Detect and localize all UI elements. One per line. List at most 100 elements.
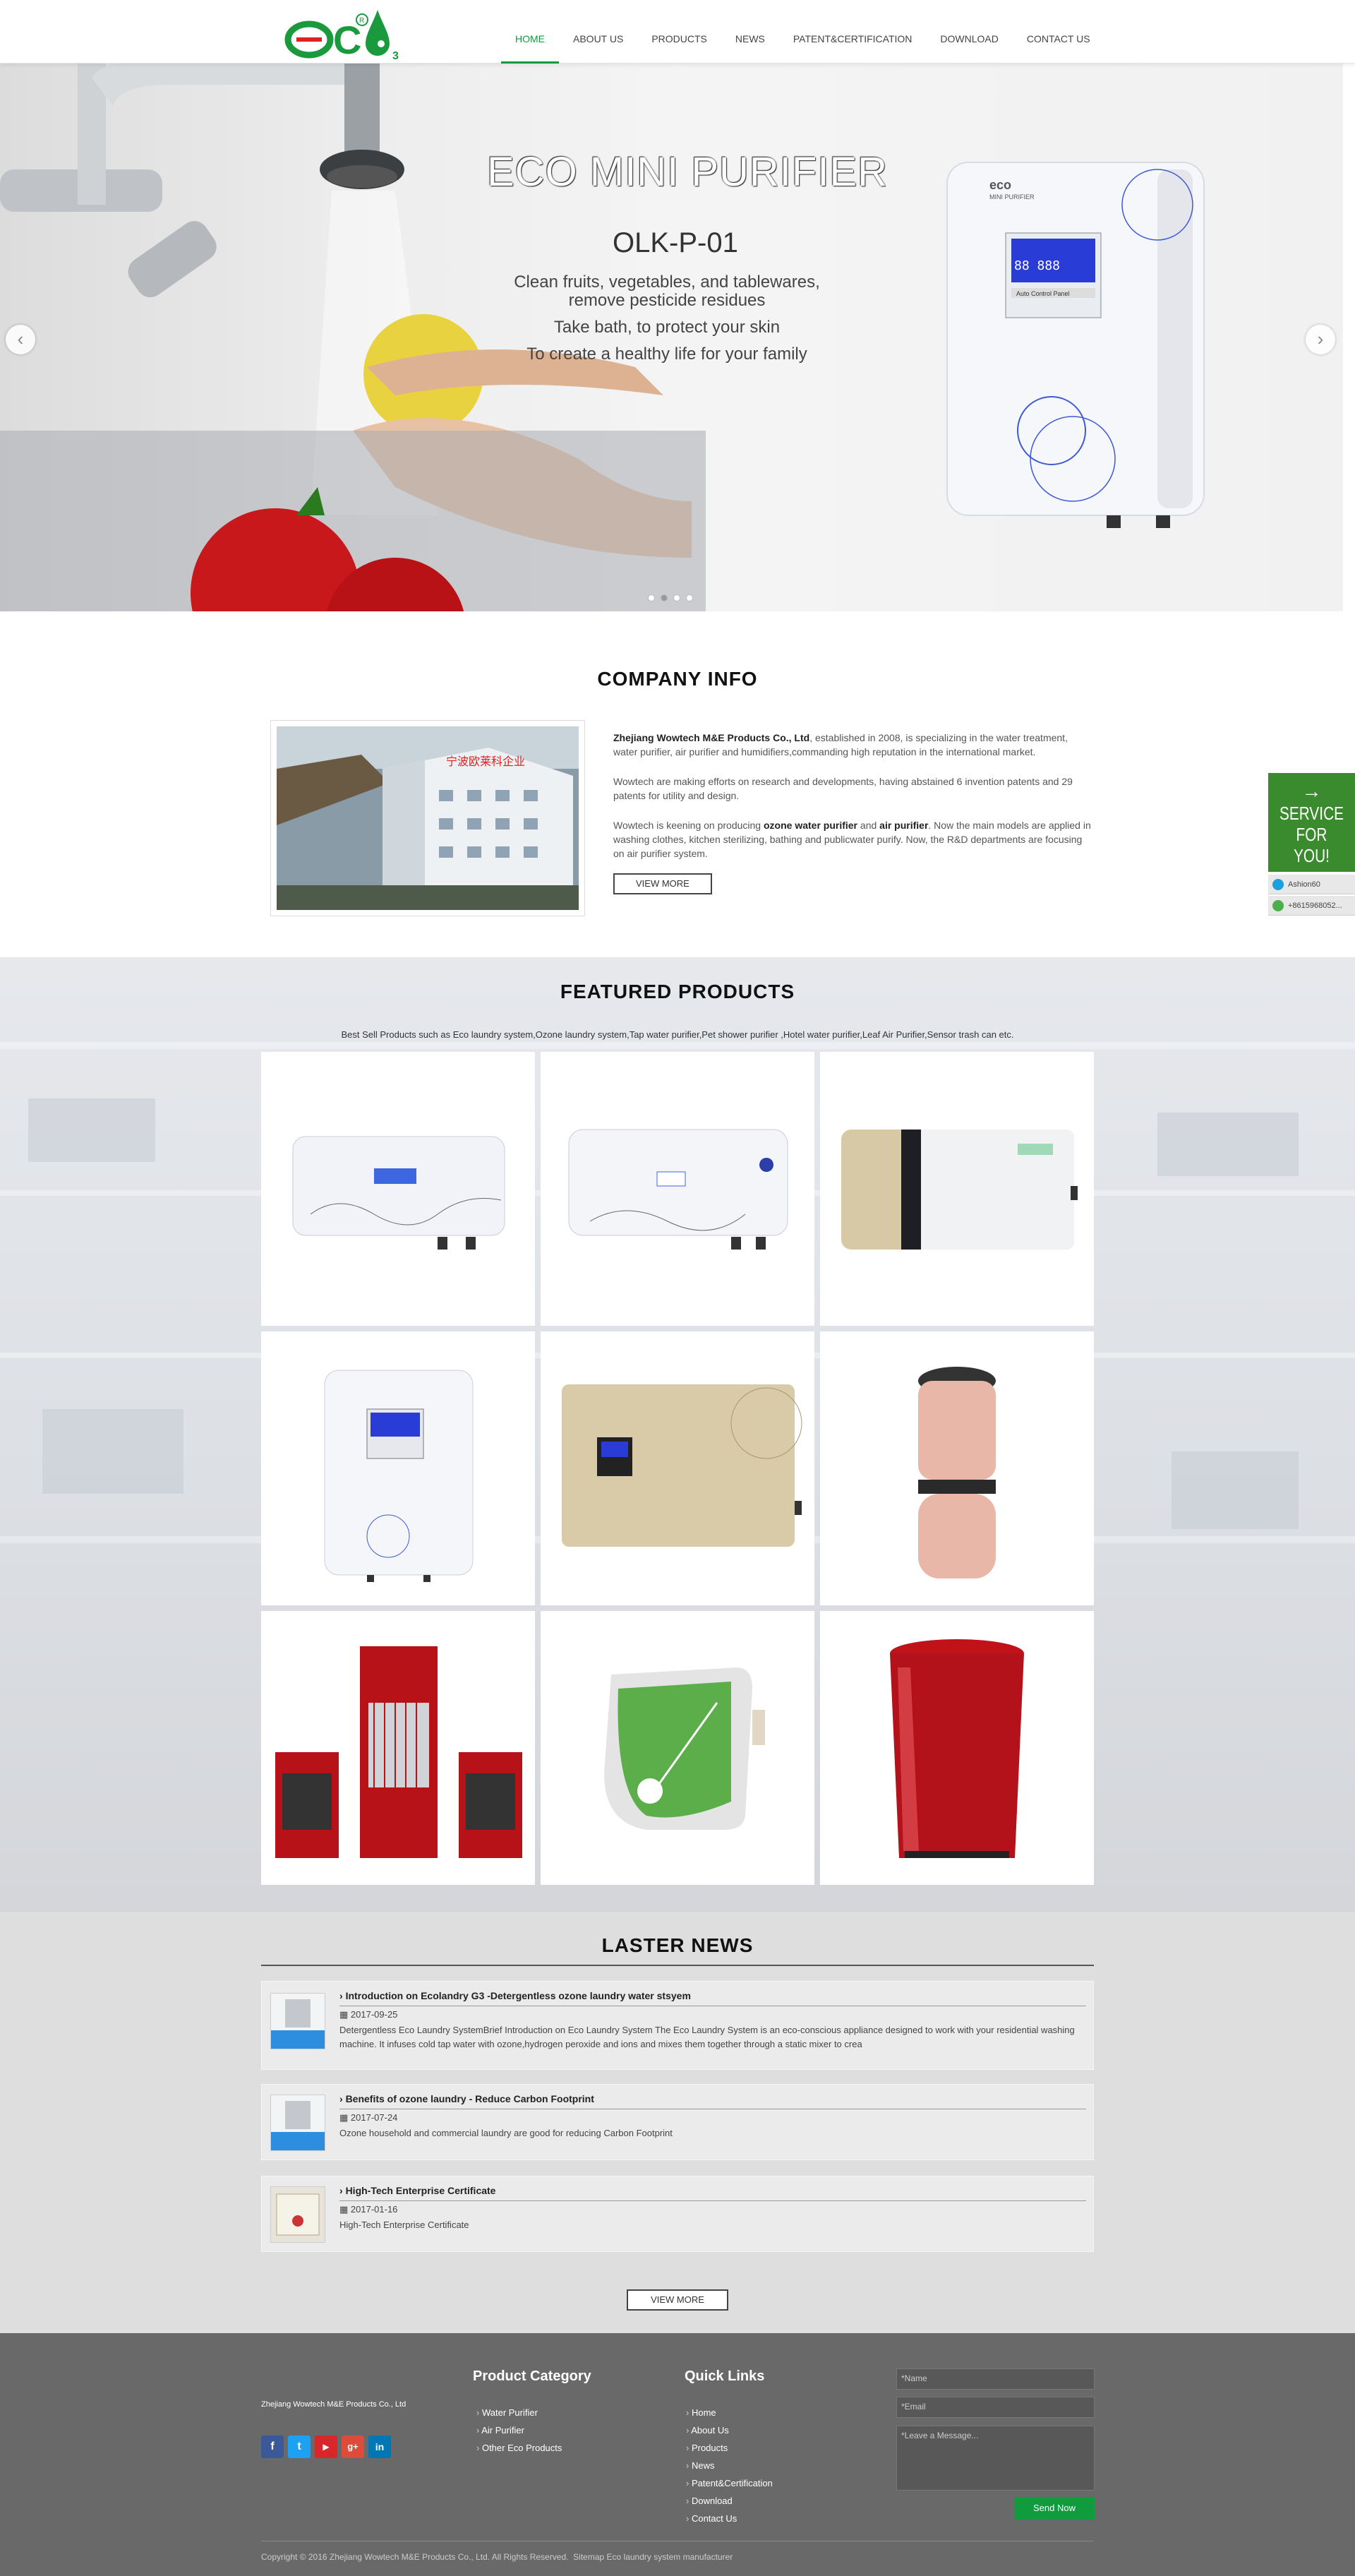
news-description: High-Tech Enterprise Certificate xyxy=(339,2219,469,2230)
footer-link-download[interactable]: Download xyxy=(686,2492,773,2510)
svg-text:3: 3 xyxy=(392,50,399,62)
quick-links-title: Quick Links xyxy=(685,2368,765,2384)
company-info-title: COMPANY INFO xyxy=(597,668,758,690)
footer-link-contact-us[interactable]: Contact Us xyxy=(686,2510,773,2527)
news-title[interactable]: › Benefits of ozone laundry - Reduce Car… xyxy=(339,2093,1086,2109)
arrow-right-icon: → xyxy=(1301,780,1322,802)
footer-link-news[interactable]: News xyxy=(686,2457,773,2474)
news-view-more-button[interactable]: VIEW MORE xyxy=(627,2289,728,2311)
banner-artwork: 88 888 Auto Control Panel eco MINI PURIF… xyxy=(0,64,1205,611)
product-category-title: Product Category xyxy=(473,2368,591,2384)
news-title-text[interactable]: Introduction on Ecolandry G3 -Detergentl… xyxy=(346,1990,691,2001)
company-building-image[interactable]: 宁波欧莱科企业 xyxy=(270,720,585,916)
quick-links-list: Home About Us Products News Patent&Certi… xyxy=(686,2404,773,2527)
slide-dot[interactable] xyxy=(673,594,680,601)
svg-text:C: C xyxy=(333,18,361,62)
footer-bottom-links[interactable]: Sitemap Eco laundry system manufacturer xyxy=(573,2552,733,2562)
twitter-icon[interactable]: t xyxy=(288,2436,311,2458)
site-header: C R 3 HOME ABOUT US PRODUCTS NEWS PATENT… xyxy=(0,0,1355,64)
news-date-text: 2017-09-25 xyxy=(350,2009,398,2020)
calendar-icon: ▦ xyxy=(339,2112,351,2123)
news-thumbnail[interactable] xyxy=(270,1993,325,2049)
news-date: ▦ 2017-07-24 xyxy=(339,2109,1086,2126)
service-line-1: SERVICE xyxy=(1279,803,1344,824)
product-card-air-purifier-pink[interactable] xyxy=(820,1331,1094,1605)
svg-text:88 888: 88 888 xyxy=(1014,258,1060,273)
nav-about-us[interactable]: ABOUT US xyxy=(559,0,637,64)
copyright: Copyright © 2016 Zhejiang Wowtech M&E Pr… xyxy=(261,2552,733,2562)
product-card-red-system[interactable] xyxy=(261,1611,535,1885)
company-description: Zhejiang Wowtech M&E Products Co., Ltd, … xyxy=(613,731,1093,894)
service-whatsapp[interactable]: +8615968052... xyxy=(1268,896,1355,916)
main-nav: HOME ABOUT US PRODUCTS NEWS PATENT&CERTI… xyxy=(501,0,1104,64)
service-skype[interactable]: Ashion60 xyxy=(1268,875,1355,894)
eco-logo[interactable]: C R 3 xyxy=(282,3,438,62)
banner-line-1: Clean fruits, vegetables, and tablewares… xyxy=(514,272,820,292)
news-description: Detergentless Eco Laundry SystemBrief In… xyxy=(339,2025,1075,2049)
footer-link-home[interactable]: Home xyxy=(686,2404,773,2421)
slide-dot[interactable] xyxy=(686,594,693,601)
product-card-mini-purifier[interactable] xyxy=(261,1331,535,1605)
product-card-laundry-system-1[interactable] xyxy=(261,1052,535,1326)
site-footer: Zhejiang Wowtech M&E Products Co., Ltd f… xyxy=(0,2333,1355,2576)
company-name: Zhejiang Wowtech M&E Products Co., Ltd xyxy=(613,732,810,743)
calendar-icon: ▦ xyxy=(339,2204,351,2215)
p3-ozone-link[interactable]: ozone water purifier xyxy=(764,820,857,831)
nav-news[interactable]: NEWS xyxy=(721,0,779,64)
p3-air-link[interactable]: air purifier xyxy=(879,820,928,831)
banner-pagination xyxy=(648,594,693,601)
linkedin-icon[interactable]: in xyxy=(368,2436,391,2458)
nav-patent-certification[interactable]: PATENT&CERTIFICATION xyxy=(779,0,927,64)
footer-link-other-eco-products[interactable]: Other Eco Products xyxy=(476,2439,562,2457)
service-widget[interactable]: → SERVICE FOR YOU! xyxy=(1268,773,1355,872)
device-panel-label: Auto Control Panel xyxy=(1016,290,1070,297)
banner-prev-button[interactable]: ‹ xyxy=(6,325,35,354)
product-grid xyxy=(261,1052,1094,1885)
send-now-button[interactable]: Send Now xyxy=(1014,2497,1095,2520)
skype-icon xyxy=(1272,879,1284,890)
slide-dot[interactable] xyxy=(661,594,668,601)
product-card-gold-cabinet[interactable] xyxy=(541,1331,814,1605)
featured-products-subtitle: Best Sell Products such as Eco laundry s… xyxy=(341,1029,1014,1040)
email-field[interactable]: *Email xyxy=(896,2397,1095,2418)
copyright-text: Copyright © 2016 Zhejiang Wowtech M&E Pr… xyxy=(261,2552,569,2562)
news-divider xyxy=(261,1965,1094,1966)
name-field[interactable]: *Name xyxy=(896,2368,1095,2390)
news-thumbnail[interactable] xyxy=(270,2186,325,2243)
skype-id: Ashion60 xyxy=(1288,880,1320,889)
footer-link-air-purifier[interactable]: Air Purifier xyxy=(476,2421,562,2439)
product-card-gold-purifier[interactable] xyxy=(820,1052,1094,1326)
footer-link-products[interactable]: Products xyxy=(686,2439,773,2457)
news-date-text: 2017-01-16 xyxy=(350,2204,398,2215)
product-card-leaf-air-purifier[interactable] xyxy=(541,1611,814,1885)
news-item[interactable]: › High-Tech Enterprise Certificate ▦ 201… xyxy=(261,2176,1094,2252)
footer-company-name: Zhejiang Wowtech M&E Products Co., Ltd xyxy=(261,2400,406,2409)
banner-next-button[interactable]: › xyxy=(1306,325,1335,354)
nav-download[interactable]: DOWNLOAD xyxy=(926,0,1012,64)
banner-line-4: To create a healthy life for your family xyxy=(526,345,807,364)
news-item[interactable]: › Benefits of ozone laundry - Reduce Car… xyxy=(261,2084,1094,2160)
nav-home[interactable]: HOME xyxy=(501,0,559,64)
google-plus-icon[interactable]: g+ xyxy=(342,2436,364,2458)
news-title[interactable]: › High-Tech Enterprise Certificate xyxy=(339,2185,1086,2200)
slide-dot[interactable] xyxy=(648,594,655,601)
news-title[interactable]: › Introduction on Ecolandry G3 -Detergen… xyxy=(339,1990,1086,2006)
footer-link-about-us[interactable]: About Us xyxy=(686,2421,773,2439)
nav-products[interactable]: PRODUCTS xyxy=(637,0,721,64)
product-card-sensor-trash-can[interactable] xyxy=(820,1611,1094,1885)
facebook-icon[interactable]: f xyxy=(261,2436,284,2458)
social-links: f t ▶ g+ in xyxy=(261,2436,391,2458)
news-title-text[interactable]: High-Tech Enterprise Certificate xyxy=(346,2185,496,2196)
nav-contact-us[interactable]: CONTACT US xyxy=(1013,0,1104,64)
footer-link-patent-certification[interactable]: Patent&Certification xyxy=(686,2474,773,2492)
company-paragraph-2: Wowtech are making efforts on research a… xyxy=(613,776,1073,801)
whatsapp-icon xyxy=(1272,900,1284,911)
youtube-icon[interactable]: ▶ xyxy=(315,2436,337,2458)
footer-link-water-purifier[interactable]: Water Purifier xyxy=(476,2404,562,2421)
company-view-more-button[interactable]: VIEW MORE xyxy=(613,873,712,894)
news-title-text[interactable]: Benefits of ozone laundry - Reduce Carbo… xyxy=(346,2093,594,2104)
product-card-laundry-system-2[interactable] xyxy=(541,1052,814,1326)
news-item[interactable]: › Introduction on Ecolandry G3 -Detergen… xyxy=(261,1981,1094,2070)
news-thumbnail[interactable] xyxy=(270,2095,325,2151)
message-field[interactable]: *Leave a Message... xyxy=(896,2426,1095,2491)
